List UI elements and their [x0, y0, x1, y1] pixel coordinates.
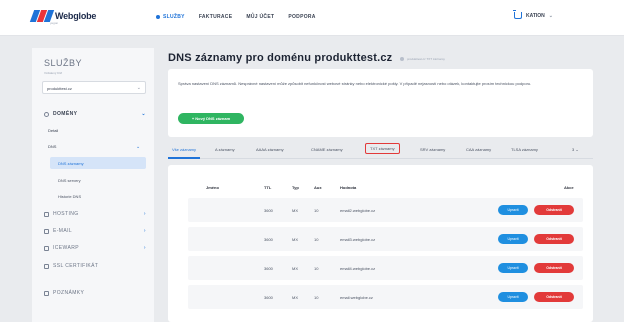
- nav-item-fakturace[interactable]: FAKTURACE: [199, 14, 233, 20]
- delete-button[interactable]: Odstranit: [534, 292, 574, 302]
- cell-aux: 10: [314, 208, 319, 213]
- sidebar-item-detail[interactable]: Detail: [48, 128, 58, 133]
- tab-more[interactable]: 3 ⌄: [572, 147, 579, 152]
- cell-ttl: 3600: [264, 237, 273, 242]
- chevron-right-icon: ›: [143, 245, 146, 251]
- icewarp-icon: [44, 245, 49, 251]
- chevron-right-icon: ›: [143, 228, 146, 234]
- tab-a[interactable]: A záznamy: [215, 147, 235, 152]
- globe-icon: [44, 111, 49, 117]
- cell-value: email3.webglobe.cz: [340, 237, 376, 242]
- table-row: 3600 MX 10 email2.webglobe.cz Upravit Od…: [168, 198, 593, 226]
- tab-caa[interactable]: CAA záznamy: [466, 147, 491, 152]
- edit-button[interactable]: Upravit: [498, 234, 528, 244]
- column-header-actions: Akce: [564, 185, 574, 190]
- info-text: Správa nastavení DNS záznamů. Nesprávné …: [178, 81, 532, 86]
- sidebar-title: SLUŽBY: [44, 58, 83, 68]
- tab-txt[interactable]: TXT záznamy: [365, 143, 400, 154]
- column-header-value: Hodnota: [340, 185, 357, 190]
- cell-type: MX: [292, 266, 298, 271]
- info-card: Správa nastavení DNS záznamů. Nesprávné …: [168, 69, 593, 137]
- chevron-down-icon: ⌄: [136, 85, 141, 91]
- sidebar-item-hosting[interactable]: HOSTING ›: [44, 211, 146, 217]
- sidebar-subtitle: Vzdálený Klíč: [44, 71, 63, 75]
- sidebar-item-historie-dns[interactable]: Historie DNS: [58, 194, 81, 199]
- cart-button[interactable]: KATION ⌄: [513, 10, 553, 19]
- edit-button[interactable]: Upravit: [498, 292, 528, 302]
- cell-type: MX: [292, 208, 298, 213]
- nav-item-podpora[interactable]: PODPORA: [288, 14, 315, 20]
- sidebar-item-email[interactable]: E-MAIL ›: [44, 228, 146, 234]
- tab-aaaa[interactable]: AAAA záznamy: [256, 147, 284, 152]
- nav-item-sluzby[interactable]: SLUŽBY: [156, 14, 185, 20]
- cell-type: MX: [292, 237, 298, 242]
- delete-button[interactable]: Odstranit: [534, 234, 574, 244]
- cell-ttl: 3600: [264, 295, 273, 300]
- tab-tlsa[interactable]: TLSA záznamy: [511, 147, 538, 152]
- chevron-down-icon: ⌄: [575, 147, 579, 152]
- table-row: 3600 MX 10 email.webglobe.cz Upravit Ods…: [168, 285, 593, 313]
- table-row: 3600 MX 10 email4.webglobe.cz Upravit Od…: [168, 256, 593, 284]
- add-dns-record-button[interactable]: + Nový DNS záznam: [178, 113, 244, 124]
- cell-value: email.webglobe.cz: [340, 295, 373, 300]
- table-row: 3600 MX 10 email3.webglobe.cz Upravit Od…: [168, 227, 593, 255]
- sidebar-item-dns[interactable]: DNS ⌄: [48, 144, 140, 150]
- main-nav: SLUŽBY FAKTURACE MŮJ ÚČET PODPORA: [156, 14, 316, 20]
- active-tab-indicator: [168, 157, 200, 159]
- chevron-down-icon: ⌄: [141, 111, 146, 117]
- shield-icon: [44, 263, 49, 269]
- chevron-right-icon: ›: [143, 211, 146, 217]
- cell-aux: 10: [314, 266, 319, 271]
- edit-button[interactable]: Upravit: [498, 263, 528, 273]
- sidebar-item-ssl[interactable]: SSL CERTIFIKÁT: [44, 263, 146, 269]
- notes-icon: [44, 290, 49, 296]
- tab-cname[interactable]: CNAME záznamy: [311, 147, 343, 152]
- hosting-icon: [44, 211, 49, 217]
- column-header-type: Typ: [292, 185, 299, 190]
- cell-aux: 10: [314, 295, 319, 300]
- top-bar: Webglobe yegon SLUŽBY FAKTURACE MŮJ ÚČET…: [0, 0, 624, 36]
- sidebar-item-domeny[interactable]: DOMÉNY ⌄: [44, 111, 146, 117]
- cart-icon: [513, 10, 522, 19]
- cell-value: email2.webglobe.cz: [340, 208, 376, 213]
- delete-button[interactable]: Odstranit: [534, 205, 574, 215]
- sidebar-item-dns-zaznamy[interactable]: DNS záznamy: [50, 157, 146, 169]
- cell-ttl: 3600: [264, 266, 273, 271]
- logo-text: Webglobe: [55, 11, 97, 21]
- cell-ttl: 3600: [264, 208, 273, 213]
- sidebar-item-dns-servery[interactable]: DNS servery: [58, 178, 81, 183]
- active-dot-icon: [156, 15, 160, 19]
- chevron-down-icon: ⌄: [136, 144, 141, 150]
- dns-records-table: Jméno TTL Typ Aux Hodnota Akce 3600 MX 1…: [168, 165, 593, 322]
- nav-item-muj-ucet[interactable]: MŮJ ÚČET: [246, 14, 274, 20]
- sidebar: SLUŽBY Vzdálený Klíč produkttest.cz ⌄ DO…: [32, 48, 154, 322]
- info-icon: [400, 57, 404, 61]
- breadcrumb: produkttest.cz TXT záznamy: [400, 57, 445, 61]
- edit-button[interactable]: Upravit: [498, 205, 528, 215]
- column-header-ttl: TTL: [264, 185, 272, 190]
- tab-srv[interactable]: SRV záznamy: [420, 147, 445, 152]
- logo-mark-icon: [29, 10, 55, 22]
- sidebar-item-poznamky[interactable]: POZNÁMKY: [44, 290, 146, 296]
- sidebar-item-icewarp[interactable]: ICEWARP ›: [44, 245, 146, 251]
- logo-subtext: yegon: [50, 21, 59, 25]
- cart-label: KATION: [526, 12, 545, 19]
- chevron-down-icon: ⌄: [548, 12, 553, 19]
- mail-icon: [44, 228, 49, 234]
- column-header-name: Jméno: [206, 185, 219, 190]
- record-type-tabs: Vše záznamy A záznamy AAAA záznamy CNAME…: [168, 143, 593, 159]
- tab-all[interactable]: Vše záznamy: [172, 147, 196, 152]
- page-title: DNS záznamy pro doménu produkttest.cz: [168, 52, 393, 64]
- domain-select[interactable]: produkttest.cz ⌄: [42, 81, 146, 94]
- column-header-aux: Aux: [314, 185, 322, 190]
- logo[interactable]: Webglobe: [29, 10, 97, 22]
- delete-button[interactable]: Odstranit: [534, 263, 574, 273]
- cell-aux: 10: [314, 237, 319, 242]
- cell-type: MX: [292, 295, 298, 300]
- cell-value: email4.webglobe.cz: [340, 266, 376, 271]
